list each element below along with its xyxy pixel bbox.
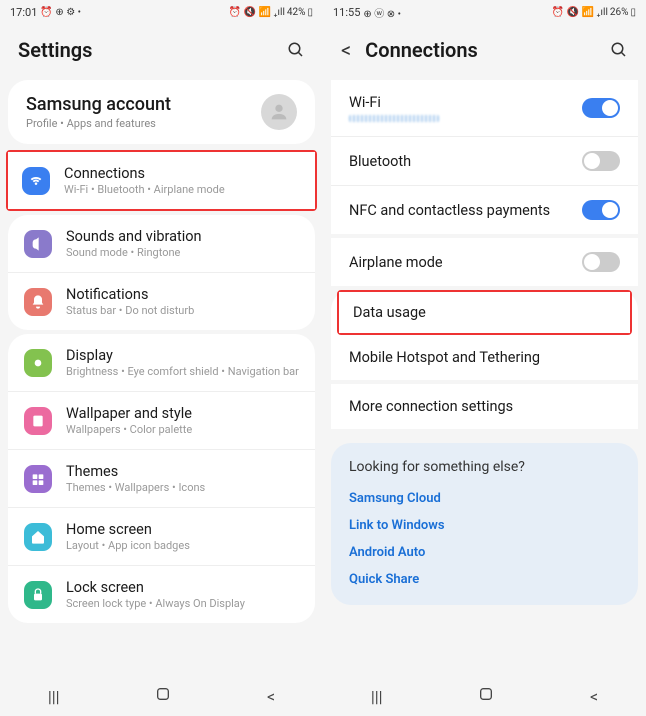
connections-header: < Connections [323,24,646,76]
settings-item-lock-screen[interactable]: Lock screenScreen lock type • Always On … [8,565,315,623]
bluetooth-toggle[interactable] [582,151,620,171]
conn-title: NFC and contactless payments [349,202,550,219]
search-icon[interactable] [287,41,305,59]
suggestions-box: Looking for something else? Samsung Clou… [331,443,638,605]
battery-icon: ▯ [630,7,636,18]
status-time: 11:55 [333,6,360,19]
item-subtitle: Brightness • Eye comfort shield • Naviga… [66,365,299,378]
settings-item-themes[interactable]: ThemesThemes • Wallpapers • Icons [8,449,315,507]
item-title: Notifications [66,286,299,303]
home-button[interactable] [478,686,494,706]
conn-title: Mobile Hotspot and Tethering [349,349,540,366]
navbar: ||| < [323,676,646,716]
settings-group: Sounds and vibrationSound mode • Rington… [8,215,315,330]
conn-item-bluetooth[interactable]: Bluetooth [331,136,638,185]
airplane-mode-toggle[interactable] [582,252,620,272]
conn-item-more-connection-settings[interactable]: More connection settings [331,384,638,429]
item-title: Home screen [66,521,299,538]
item-subtitle: Screen lock type • Always On Display [66,597,299,610]
connections-icon [22,167,50,195]
connections-group: Wi-Fi Bluetooth NFC and contactless paymen… [331,80,638,234]
settings-header: Settings [0,24,323,76]
settings-item-display[interactable]: DisplayBrightness • Eye comfort shield •… [8,334,315,391]
samsung-account-card[interactable]: Samsung account Profile • Apps and featu… [8,80,315,144]
connections-screen: 11:55 ⊕ ⓦ ⊗ • ⏰ 🔇 📶 ₊ıll 26% ▯ < Connect… [323,0,646,716]
avatar[interactable] [261,94,297,130]
status-battery: 26% [610,7,629,18]
notifications-icon [24,288,52,316]
status-battery: 42% [287,7,306,18]
suggestions-title: Looking for something else? [349,459,620,475]
wifi-network-name [349,115,439,122]
search-icon[interactable] [610,41,628,59]
suggest-link-samsung-cloud[interactable]: Samsung Cloud [349,485,620,512]
connections-group: More connection settings [331,384,638,429]
item-title: Display [66,347,299,364]
settings-item-connections[interactable]: ConnectionsWi-Fi • Bluetooth • Airplane … [8,152,315,209]
settings-group: DisplayBrightness • Eye comfort shield •… [8,334,315,623]
recents-button[interactable]: ||| [371,687,383,706]
suggest-link-quick-share[interactable]: Quick Share [349,566,620,593]
item-subtitle: Wallpapers • Color palette [66,423,299,436]
status-icon: ⊕ ⓦ ⊗ • [363,5,401,20]
conn-title: Bluetooth [349,153,411,170]
suggest-link-android-auto[interactable]: Android Auto [349,539,620,566]
status-icon: ⏰ ⊕ ⚙ • [40,7,81,18]
status-bar: 11:55 ⊕ ⓦ ⊗ • ⏰ 🔇 📶 ₊ıll 26% ▯ [323,0,646,24]
back-arrow-icon[interactable]: < [341,38,351,62]
item-subtitle: Themes • Wallpapers • Icons [66,481,299,494]
item-title: Sounds and vibration [66,228,299,245]
conn-title: Wi-Fi [349,94,439,111]
highlight-connections: ConnectionsWi-Fi • Bluetooth • Airplane … [6,150,317,211]
settings-item-wallpaper-and-style[interactable]: Wallpaper and styleWallpapers • Color pa… [8,391,315,449]
conn-title: Airplane mode [349,254,443,271]
conn-item-nfc-and-contactless-payments[interactable]: NFC and contactless payments [331,185,638,234]
battery-icon: ▯ [307,7,313,18]
connections-title: Connections [365,38,478,62]
status-time: 17:01 [10,6,37,19]
conn-item-wi-fi[interactable]: Wi-Fi [331,80,638,136]
item-subtitle: Wi-Fi • Bluetooth • Airplane mode [64,183,301,196]
conn-item-data-usage[interactable]: Data usage [339,292,630,333]
status-icons: ⏰ 🔇 📶 ₊ıll [229,7,285,18]
item-subtitle: Layout • App icon badges [66,539,299,552]
home-button[interactable] [155,686,171,706]
settings-item-sounds-and-vibration[interactable]: Sounds and vibrationSound mode • Rington… [8,215,315,272]
suggest-link-link-to-windows[interactable]: Link to Windows [349,512,620,539]
settings-item-home-screen[interactable]: Home screenLayout • App icon badges [8,507,315,565]
item-subtitle: Status bar • Do not disturb [66,304,299,317]
settings-screen: 17:01 ⏰ ⊕ ⚙ • ⏰ 🔇 📶 ₊ıll 42% ▯ Settings … [0,0,323,716]
status-icons: ⏰ 🔇 📶 ₊ıll [552,7,608,18]
settings-item-notifications[interactable]: NotificationsStatus bar • Do not disturb [8,272,315,330]
back-button[interactable]: < [267,687,275,706]
settings-title: Settings [18,38,92,62]
item-title: Wallpaper and style [66,405,299,422]
home-screen-icon [24,523,52,551]
lock-screen-icon [24,581,52,609]
item-subtitle: Sound mode • Ringtone [66,246,299,259]
conn-title: Data usage [353,304,426,321]
conn-item-mobile-hotspot-and-tethering[interactable]: Mobile Hotspot and Tethering [331,335,638,380]
display-icon [24,349,52,377]
item-title: Themes [66,463,299,480]
navbar: ||| < [0,676,323,716]
connections-group: Airplane mode [331,238,638,286]
status-bar: 17:01 ⏰ ⊕ ⚙ • ⏰ 🔇 📶 ₊ıll 42% ▯ [0,0,323,24]
wi-fi-toggle[interactable] [582,98,620,118]
recents-button[interactable]: ||| [48,687,60,706]
nfc-and-contactless-payments-toggle[interactable] [582,200,620,220]
conn-title: More connection settings [349,398,513,415]
item-title: Lock screen [66,579,299,596]
sounds-and-vibration-icon [24,230,52,258]
highlight-data-usage: Data usage [337,290,632,335]
wallpaper-and-style-icon [24,407,52,435]
conn-item-airplane-mode[interactable]: Airplane mode [331,238,638,286]
back-button[interactable]: < [590,687,598,706]
themes-icon [24,465,52,493]
account-title: Samsung account [26,94,171,115]
account-subtitle: Profile • Apps and features [26,117,171,130]
item-title: Connections [64,165,301,182]
connections-group: Data usage Mobile Hotspot and Tethering [331,290,638,380]
